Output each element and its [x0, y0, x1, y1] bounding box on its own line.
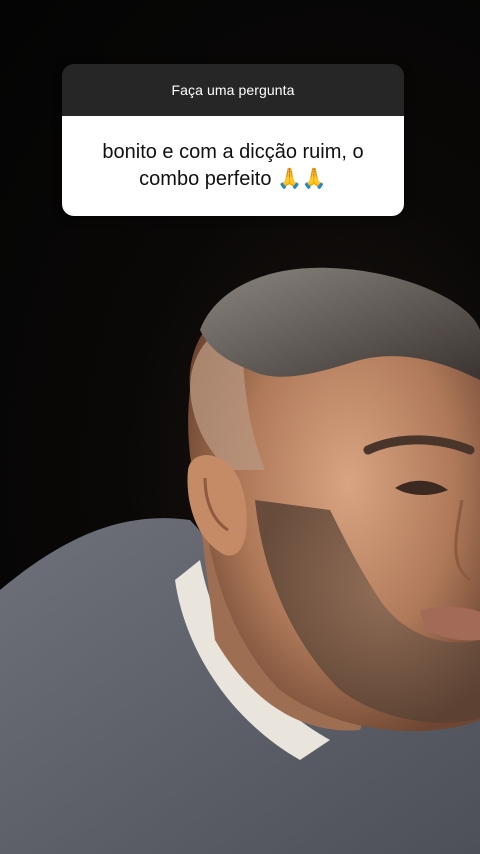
question-sticker-header: Faça uma pergunta — [62, 64, 404, 116]
question-sticker: Faça uma pergunta bonito e com a dicção … — [62, 64, 404, 216]
question-sticker-answer: bonito e com a dicção ruim, o combo perf… — [62, 116, 404, 216]
story-viewer: Faça uma pergunta bonito e com a dicção … — [0, 0, 480, 854]
